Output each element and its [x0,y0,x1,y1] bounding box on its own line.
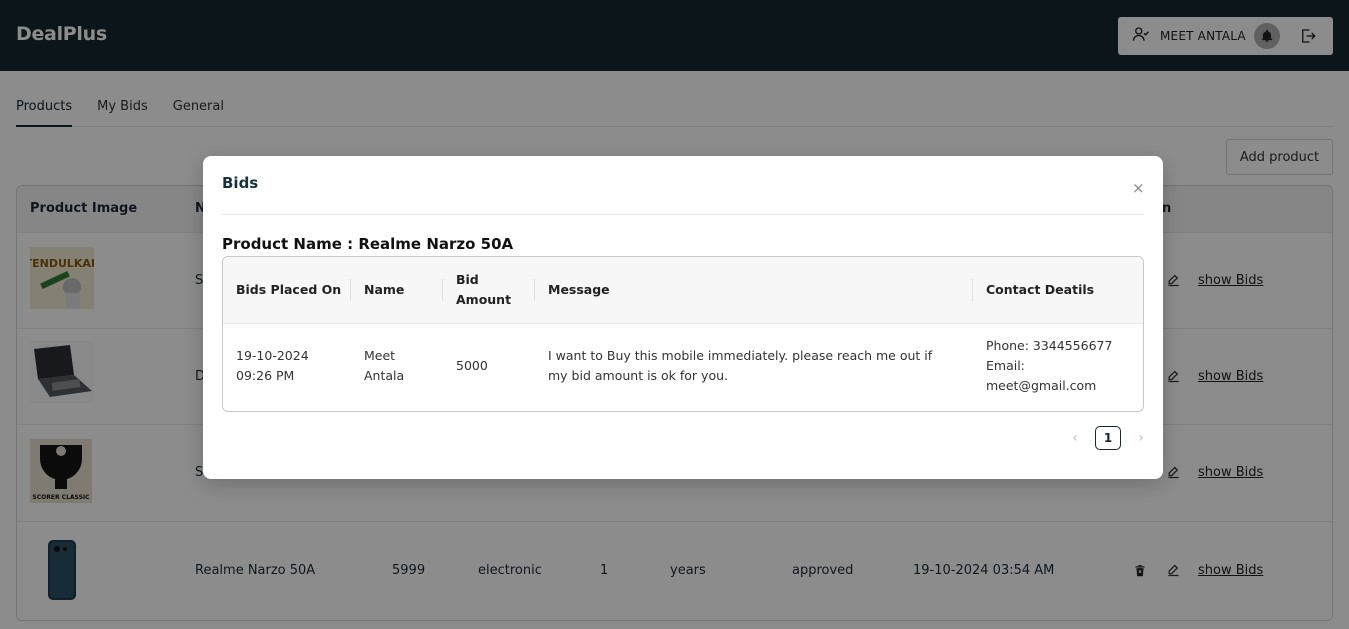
column-divider [972,279,973,301]
column-header-contact: Contact Deatils [986,282,1095,297]
bidder-first-name: Meet [364,348,396,363]
column-divider [350,279,351,301]
modal-title: Bids [222,174,259,192]
bid-message-line1: I want to Buy this mobile immediately. p… [548,348,933,363]
column-header-name: Name [364,282,405,297]
contact-phone: Phone: 3344556677 [986,338,1113,353]
contact-email: meet@gmail.com [986,378,1097,393]
column-header-placed-on: Bids Placed On [236,282,342,297]
bidder-last-name: Antala [364,368,405,383]
bids-modal: Bids × Product Name : Realme Narzo 50A B… [203,156,1163,479]
bid-message-line2: my bid amount is ok for you. [548,368,728,383]
column-divider [534,279,535,301]
close-icon[interactable]: × [1132,179,1145,197]
column-header-bid-amount-line1: Bid [456,272,479,287]
contact-email-label: Email: [986,358,1025,373]
page-number-current[interactable]: 1 [1095,426,1121,450]
bid-amount: 5000 [456,358,488,373]
bid-date: 19-10-2024 [236,348,309,363]
pagination: ‹ 1 › [1063,426,1153,450]
chevron-right-icon[interactable]: › [1129,430,1153,446]
bid-time: 09:26 PM [236,368,295,383]
chevron-left-icon[interactable]: ‹ [1063,430,1087,446]
divider [222,214,1144,215]
column-header-message: Message [548,282,610,297]
column-divider [442,279,443,301]
column-header-bid-amount-line2: Amount [456,292,512,307]
bid-row: 19-10-2024 09:26 PM Meet Antala 5000 I w… [223,324,1143,411]
product-name-heading: Product Name : Realme Narzo 50A [222,235,514,253]
bids-table-header: Bids Placed On Name Bid Amount Message C… [223,257,1143,324]
bids-table: Bids Placed On Name Bid Amount Message C… [222,256,1144,412]
